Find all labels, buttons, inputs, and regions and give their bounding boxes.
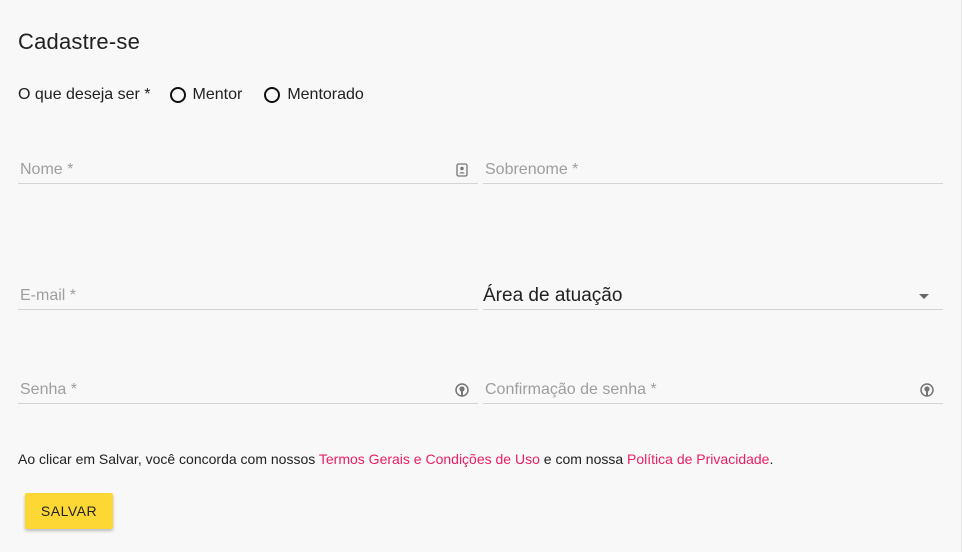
signup-page: Cadastre-se O que deseja ser * Mentor Me… — [0, 0, 962, 552]
sobrenome-input[interactable] — [485, 161, 911, 179]
terms-middle: e com nossa — [539, 451, 628, 467]
radio-mentor[interactable]: Mentor — [169, 86, 243, 104]
contact-card-icon — [454, 162, 470, 178]
nome-input[interactable] — [20, 161, 446, 179]
terms-link[interactable]: Termos Gerais e Condições de Uso — [319, 451, 540, 467]
nome-field — [18, 150, 478, 184]
terms-prefix: Ao clicar em Salvar, você concorda com n… — [18, 451, 319, 467]
dropdown-arrow-icon — [919, 294, 929, 299]
terms-notice: Ao clicar em Salvar, você concorda com n… — [18, 451, 773, 467]
email-field — [18, 276, 478, 310]
radio-mentorado-circle[interactable] — [264, 87, 281, 103]
role-selector: O que deseja ser * Mentor Mentorado — [18, 84, 386, 106]
terms-suffix: . — [769, 451, 774, 467]
role-question-label: O que deseja ser * — [18, 86, 151, 103]
save-button[interactable]: SALVAR — [25, 493, 113, 529]
password-visibility-icon[interactable] — [454, 382, 470, 398]
radio-mentorado[interactable]: Mentorado — [264, 86, 364, 104]
password-visibility-icon[interactable] — [919, 382, 935, 398]
email-input[interactable] — [20, 287, 446, 305]
privacy-link[interactable]: Política de Privacidade — [627, 451, 769, 467]
senha-input[interactable] — [20, 381, 446, 399]
radio-mentor-circle[interactable] — [169, 87, 186, 103]
senha-field — [18, 370, 478, 404]
confirmacao-senha-input[interactable] — [485, 381, 911, 399]
area-select[interactable]: Área de atuação — [483, 276, 943, 310]
page-title: Cadastre-se — [18, 29, 141, 54]
area-select-value: Área de atuação — [483, 285, 623, 306]
confirmacao-senha-field — [483, 370, 943, 404]
radio-mentorado-label: Mentorado — [287, 86, 364, 103]
radio-mentor-label: Mentor — [192, 86, 243, 103]
sobrenome-field — [483, 150, 943, 184]
